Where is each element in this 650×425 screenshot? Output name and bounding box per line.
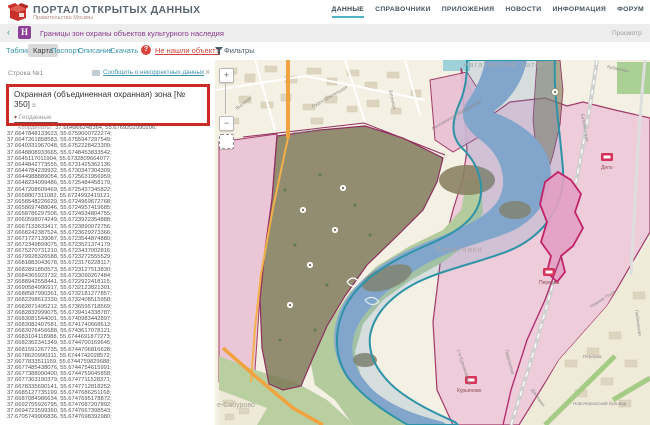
question-circle-icon: ?: [141, 45, 151, 55]
zone-title: Охранная (объединенная охранная) зона [№…: [14, 90, 202, 112]
district-label-pechatniki: Печатники: [435, 245, 483, 254]
report-incorrect-data-link[interactable]: Сообщить о некорректных данных: [103, 69, 204, 76]
coordinates-block: Координаты:37.664966248364, 55.676920299…: [7, 125, 207, 421]
zoom-slider[interactable]: [225, 83, 226, 114]
filters-button[interactable]: Фильтры: [224, 46, 255, 55]
top-header: ПОРТАЛ ОТКРЫТЫХ ДАННЫХ Правительства Мос…: [0, 0, 650, 25]
nav-item-forum[interactable]: ФОРУМ: [617, 6, 644, 18]
station-label-pererva: Перерва: [539, 280, 559, 286]
nav-item-info[interactable]: ИНФОРМАЦИЯ: [552, 6, 606, 18]
report-icon: [92, 70, 100, 76]
station-label-kuryanovo: Курьяново: [457, 388, 482, 394]
row-number-label: Строка №1: [8, 70, 43, 77]
tab-description[interactable]: Описание: [78, 46, 113, 55]
coordinates-list: 37.6647848133623, 55.6759000722274;37.66…: [7, 131, 207, 420]
app-window: { "header": { "title": "ПОРТАЛ ОТКРЫТЫХ …: [0, 0, 650, 425]
district-label-saburovo: е-Сабурово: [217, 401, 255, 409]
map-graphics: Депо Перерва Курьяново Нагатинский Затон…: [215, 60, 650, 425]
tab-passport[interactable]: Паспорт: [51, 46, 80, 55]
district-label-nagatinsky: Нагатинский Затон: [463, 60, 546, 69]
tabs-row: Таблица Карта Паспорт Описание Скачать ⌄…: [0, 42, 650, 60]
street-pererva: Перерва: [583, 354, 602, 359]
geodata-label: Геоданные: [19, 114, 52, 121]
coordinate-value: 37.664966248364, 55.6769202990206;: [55, 125, 157, 131]
nav-item-news[interactable]: НОВОСТИ: [505, 6, 541, 18]
nav-item-apps[interactable]: ПРИЛОЖЕНИЯ: [442, 6, 495, 18]
dataset-bar: ‹ Н Границы зон охраны объектов культурн…: [0, 24, 650, 43]
zoom-in-button[interactable]: +: [219, 68, 234, 83]
back-button[interactable]: ‹: [7, 27, 10, 37]
heritage-dataset-icon[interactable]: Н: [18, 26, 31, 39]
extent-tool-button[interactable]: [219, 134, 234, 149]
top-navigation: ДАННЫЕ СПРАВОЧНИКИ ПРИЛОЖЕНИЯ НОВОСТИ ИН…: [332, 6, 644, 18]
portal-subtitle: Правительства Москвы: [33, 15, 93, 21]
nav-item-data[interactable]: ДАННЫЕ: [332, 6, 365, 18]
portal-logo-icon[interactable]: [8, 3, 28, 21]
coordinate-line: 37.6705749906836, 55.6747698392980;: [7, 414, 207, 420]
close-icon[interactable]: ×: [205, 67, 210, 77]
zone-title-text: Охранная (объединенная охранная) зона [№…: [14, 90, 185, 109]
coordinates-label: Координаты:: [18, 125, 52, 131]
not-found-link[interactable]: Не нашли объект?: [155, 46, 220, 55]
dataset-title[interactable]: Границы зон охраны объектов культурного …: [40, 29, 224, 38]
map-pin-icon: ▾: [14, 115, 17, 121]
nav-item-directories[interactable]: СПРАВОЧНИКИ: [375, 6, 431, 18]
highlight-annotation-box: Охранная (объединенная охранная) зона [№…: [6, 84, 210, 126]
station-label-depo: Депо: [601, 165, 613, 171]
geodata-row[interactable]: ▾Геоданные: [14, 114, 202, 121]
map-canvas[interactable]: Депо Перерва Курьяново Нагатинский Затон…: [215, 60, 650, 425]
views-label: Просмотр: [612, 30, 642, 37]
link-icon[interactable]: ⧉: [32, 102, 36, 112]
feature-panel: Строка №1 Сообщить о некорректных данных…: [0, 60, 216, 425]
street-novocherkassky: Новочеркасский бульвар: [573, 400, 627, 406]
funnel-icon: [215, 47, 223, 55]
zoom-out-button[interactable]: −: [219, 116, 234, 131]
